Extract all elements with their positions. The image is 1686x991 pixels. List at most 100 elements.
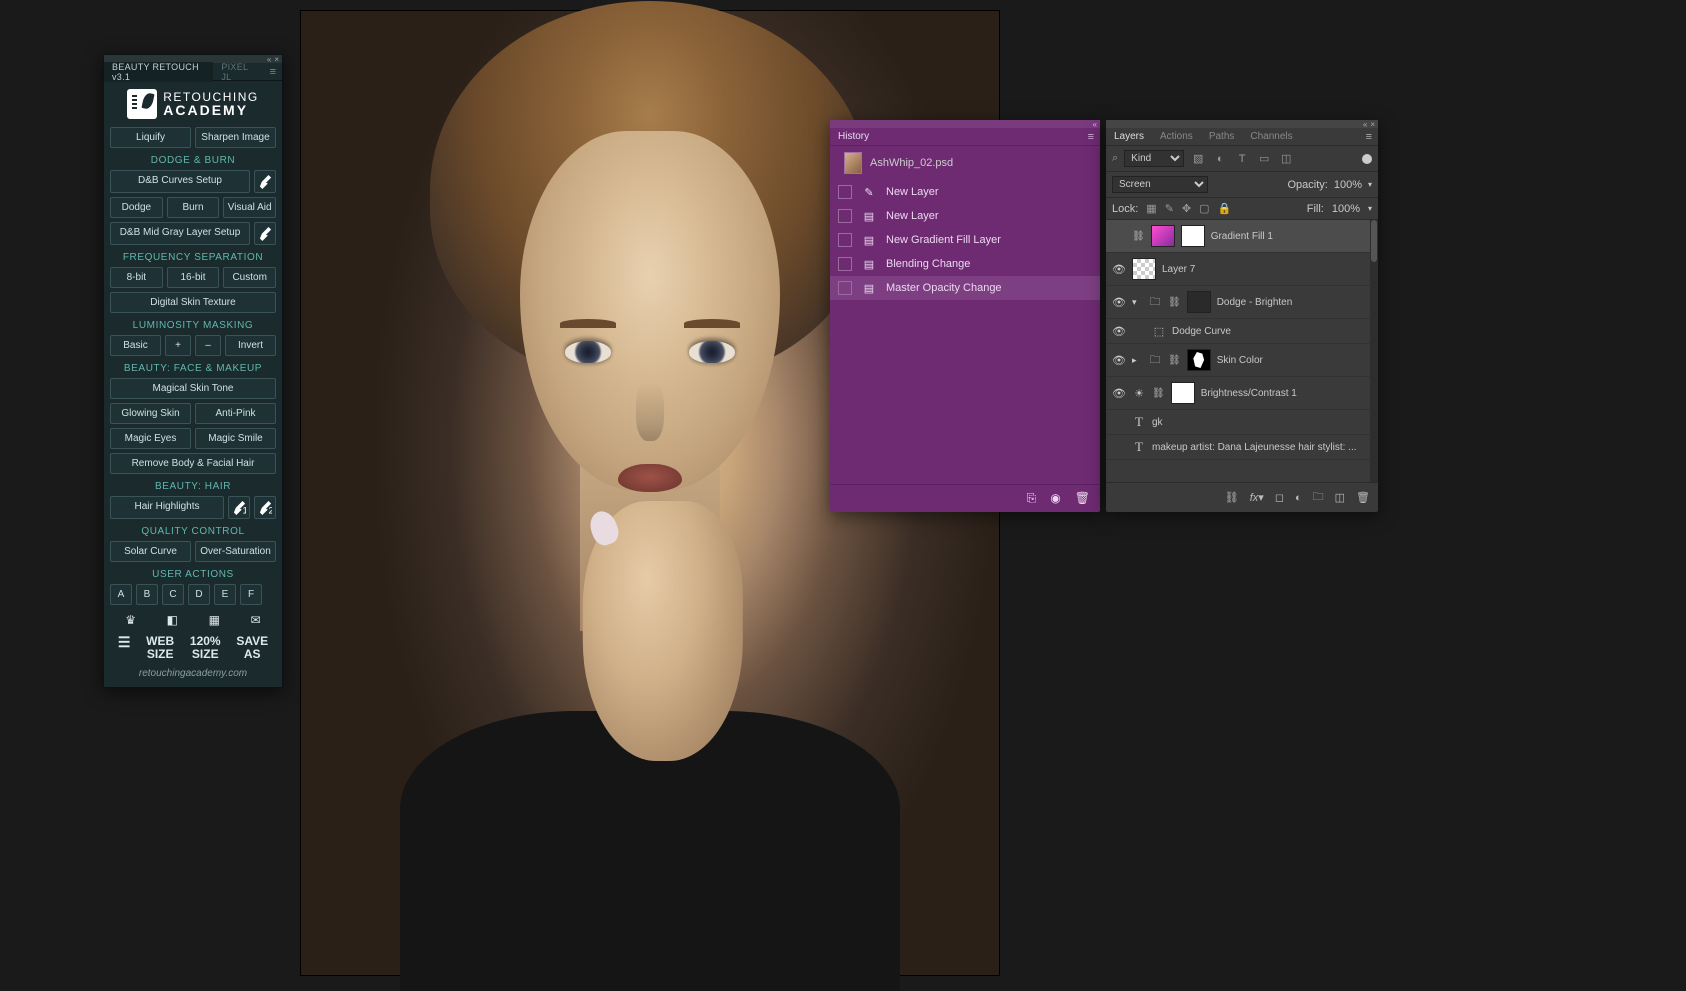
minus-button[interactable]: – <box>195 335 221 356</box>
db-curves-setup-button[interactable]: D&B Curves Setup <box>110 170 250 193</box>
lock-transparency-icon[interactable]: ▦ <box>1146 202 1156 215</box>
tab-beauty-retouch[interactable]: BEAUTY RETOUCH v3.1 <box>104 62 213 82</box>
link-icon[interactable]: ⛓ <box>1225 491 1239 504</box>
layer-name[interactable]: makeup artist: Dana Lajeunesse hair styl… <box>1152 442 1372 453</box>
layer-row[interactable]: 👁⬚Dodge Curve <box>1106 319 1378 344</box>
solar-curve-button[interactable]: Solar Curve <box>110 541 191 562</box>
history-document-row[interactable]: AshWhip_02.psd <box>830 146 1100 180</box>
new-doc-icon[interactable]: ⎘ <box>1027 491 1037 506</box>
filter-smart-icon[interactable]: ◫ <box>1278 151 1294 167</box>
panel-menu-icon[interactable]: ≡ <box>1360 131 1378 143</box>
history-item[interactable]: ▤New Layer <box>830 204 1100 228</box>
burn-button[interactable]: Burn <box>167 197 220 218</box>
filter-toggle[interactable] <box>1362 154 1372 164</box>
tab-actions[interactable]: Actions <box>1152 131 1201 142</box>
layer-name[interactable]: Layer 7 <box>1162 264 1372 275</box>
plus-button[interactable]: + <box>165 335 191 356</box>
history-item[interactable]: ✎New Layer <box>830 180 1100 204</box>
history-item[interactable]: ▤Blending Change <box>830 252 1100 276</box>
panel-menu-icon[interactable]: ≡ <box>1082 131 1100 143</box>
layer-name[interactable]: Skin Color <box>1217 355 1372 366</box>
visibility-toggle[interactable]: 👁 <box>1112 387 1126 400</box>
tab-history[interactable]: History <box>830 131 877 142</box>
layer-name[interactable]: Brightness/Contrast 1 <box>1201 388 1372 399</box>
contact-sheet-icon[interactable]: ▦ <box>209 613 220 627</box>
link-icon[interactable]: ⛓ <box>1152 388 1165 399</box>
digital-skin-texture-button[interactable]: Digital Skin Texture <box>110 292 276 313</box>
fill-value[interactable]: 100% <box>1332 203 1360 215</box>
layer-row[interactable]: ⛓Gradient Fill 1 <box>1106 220 1378 253</box>
close-icon[interactable]: × <box>274 55 279 64</box>
sharpen-image-button[interactable]: Sharpen Image <box>195 127 276 148</box>
filter-adjustment-icon[interactable]: ◐ <box>1212 151 1228 167</box>
brush-icon-button-2[interactable] <box>254 222 276 245</box>
camera-icon[interactable]: ◉ <box>1050 491 1060 506</box>
web-size-button[interactable]: WEB SIZE <box>146 635 174 660</box>
chevron-down-icon[interactable]: ▾ <box>1368 204 1372 213</box>
link-icon[interactable]: ⛓ <box>1168 355 1181 366</box>
filter-type-icon[interactable]: T <box>1234 151 1250 167</box>
tab-paths[interactable]: Paths <box>1201 131 1243 142</box>
visibility-toggle[interactable]: 👁 <box>1112 296 1126 309</box>
history-item[interactable]: ▤Master Opacity Change <box>830 276 1100 300</box>
over-saturation-button[interactable]: Over-Saturation <box>195 541 276 562</box>
scrollbar[interactable] <box>1370 220 1378 482</box>
collapse-icon[interactable]: « <box>267 55 271 64</box>
tab-pixel-jl[interactable]: PIXEL JL <box>213 62 263 82</box>
user-action-a[interactable]: A <box>110 584 132 605</box>
visibility-toggle[interactable]: 👁 <box>1112 354 1126 367</box>
link-icon[interactable]: ⛓ <box>1132 231 1145 242</box>
user-action-b[interactable]: B <box>136 584 158 605</box>
layer-name[interactable]: Dodge - Brighten <box>1217 297 1372 308</box>
adjustment-icon[interactable]: ◐ <box>1295 492 1302 504</box>
filter-pixel-icon[interactable]: ▧ <box>1190 151 1206 167</box>
history-item[interactable]: ▤New Gradient Fill Layer <box>830 228 1100 252</box>
envelope-icon[interactable]: ✉ <box>251 613 261 627</box>
16bit-button[interactable]: 16-bit <box>167 267 220 288</box>
layer-name[interactable]: gk <box>1152 417 1372 428</box>
layer-row[interactable]: 👁▸🗀⛓Skin Color <box>1106 344 1378 377</box>
tab-channels[interactable]: Channels <box>1242 131 1300 142</box>
blend-mode-select[interactable]: Screen <box>1112 176 1208 193</box>
anti-pink-button[interactable]: Anti-Pink <box>195 403 276 424</box>
lock-position-icon[interactable]: ✥ <box>1182 202 1191 215</box>
magic-smile-button[interactable]: Magic Smile <box>195 428 276 449</box>
filter-kind-select[interactable]: Kind <box>1124 150 1184 167</box>
trash-icon[interactable]: 🗑 <box>1075 491 1090 506</box>
brush1-icon-button[interactable]: 1 <box>228 496 250 519</box>
search-icon[interactable]: ⌕ <box>1112 152 1118 165</box>
trash-icon[interactable]: 🗑 <box>1356 491 1370 504</box>
mask-icon[interactable]: ◻ <box>1275 491 1284 504</box>
chevron-down-icon[interactable]: ▾ <box>1368 180 1372 189</box>
hair-highlights-button[interactable]: Hair Highlights <box>110 496 224 519</box>
visual-aid-button[interactable]: Visual Aid <box>223 197 276 218</box>
fx-icon[interactable]: fx▾ <box>1250 491 1264 504</box>
link-icon[interactable]: ⛓ <box>1168 297 1181 308</box>
layer-row[interactable]: Tgk <box>1106 410 1378 435</box>
db-midgray-setup-button[interactable]: D&B Mid Gray Layer Setup <box>110 222 250 245</box>
brush2-icon-button[interactable]: 2 <box>254 496 276 519</box>
magic-eyes-button[interactable]: Magic Eyes <box>110 428 191 449</box>
layer-thumbnail[interactable] <box>1187 349 1211 371</box>
user-action-f[interactable]: F <box>240 584 262 605</box>
panel-menu-icon[interactable]: ≡ <box>264 66 282 78</box>
crown-icon[interactable]: ♛ <box>125 613 136 627</box>
levels-icon[interactable]: ◧ <box>167 613 178 627</box>
lock-pixels-icon[interactable]: ✎ <box>1165 202 1174 215</box>
glowing-skin-button[interactable]: Glowing Skin <box>110 403 191 424</box>
visibility-toggle[interactable]: 👁 <box>1112 263 1126 276</box>
8bit-button[interactable]: 8-bit <box>110 267 163 288</box>
history-snapshot-slot[interactable] <box>838 185 852 199</box>
120-size-button[interactable]: 120% SIZE <box>190 635 221 660</box>
invert-button[interactable]: Invert <box>225 335 276 356</box>
disclosure-arrow[interactable]: ▸ <box>1132 355 1142 366</box>
layers-icon[interactable]: ☰ <box>118 635 131 660</box>
history-snapshot-slot[interactable] <box>838 233 852 247</box>
user-action-e[interactable]: E <box>214 584 236 605</box>
layer-thumbnail[interactable] <box>1187 291 1211 313</box>
magical-skin-tone-button[interactable]: Magical Skin Tone <box>110 378 276 399</box>
layer-thumbnail[interactable] <box>1151 225 1175 247</box>
lock-all-icon[interactable]: 🔒 <box>1218 202 1232 215</box>
brush-icon-button[interactable] <box>254 170 276 193</box>
history-snapshot-slot[interactable] <box>838 281 852 295</box>
